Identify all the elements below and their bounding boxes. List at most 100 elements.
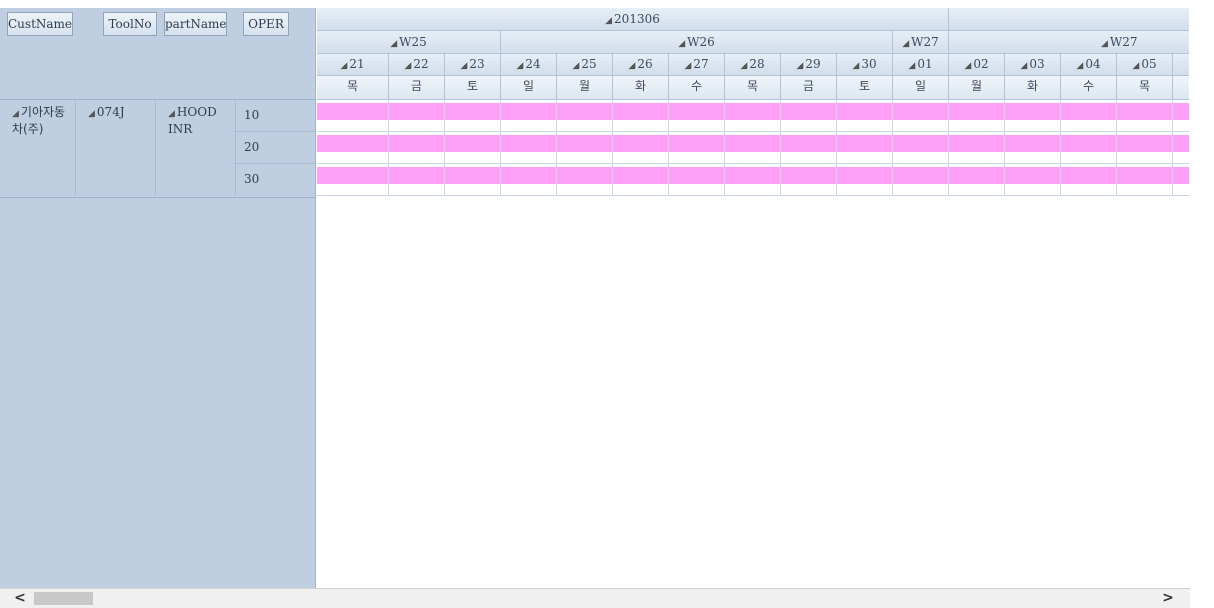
expand-icon: ◢ [605, 16, 613, 26]
weekday-header: 금 [781, 76, 837, 99]
day-label: 26 [637, 57, 653, 71]
expand-icon: ◢ [852, 61, 860, 71]
day-header[interactable]: ◢ 25 [557, 54, 613, 75]
part-name: HOOD INR [168, 105, 217, 136]
gantt-row [317, 132, 1189, 164]
partname-cell[interactable]: ◢ HOOD INR [156, 100, 236, 196]
day-header[interactable]: ◢ 30 [837, 54, 893, 75]
expand-icon: ◢ [516, 61, 524, 71]
week-label: W25 [399, 35, 427, 49]
grid-line [892, 100, 893, 196]
day-header[interactable]: ◢ 05 [1117, 54, 1173, 75]
expand-icon: ◢ [740, 61, 748, 71]
weekday-header: 화 [613, 76, 669, 99]
expand-icon: ◢ [1020, 61, 1028, 71]
customer-name: 기아자동차(주) [12, 105, 66, 136]
weekday-header-row: 목금토일월화수목금토일월화수목 [317, 76, 1189, 100]
scroll-right-icon[interactable]: > [1158, 589, 1178, 608]
day-label: 24 [525, 57, 541, 71]
week-header[interactable]: ◢ W27 [893, 31, 949, 53]
expand-icon: ◢ [572, 61, 580, 71]
weekday-header: 월 [949, 76, 1005, 99]
weekday-header: 일 [893, 76, 949, 99]
day-header[interactable]: ◢ 01 [893, 54, 949, 75]
month-header-row: ◢ 201306 [317, 8, 1189, 31]
expand-icon: ◢ [684, 61, 692, 71]
column-header-oper[interactable]: OPER [243, 12, 289, 36]
day-header[interactable]: ◢ 27 [669, 54, 725, 75]
expand-icon: ◢ [796, 61, 804, 71]
gantt-bar[interactable] [317, 167, 1189, 184]
scroll-left-icon[interactable]: < [10, 589, 30, 608]
grid-line [500, 100, 501, 196]
gantt-bar[interactable] [317, 103, 1189, 120]
weekday-header: 금 [389, 76, 445, 99]
day-header[interactable]: ◢ 28 [725, 54, 781, 75]
day-label: 04 [1085, 57, 1101, 71]
row-group: ◢ 기아자동차(주) ◢ 074J ◢ HOOD INR 10 20 30 [0, 99, 316, 198]
grid-line [1060, 100, 1061, 196]
day-header[interactable]: ◢ 26 [613, 54, 669, 75]
day-header[interactable]: ◢ 21 [317, 54, 389, 75]
expand-icon: ◢ [390, 39, 398, 49]
column-header-custname[interactable]: CustName [7, 12, 73, 36]
toolno-cell[interactable]: ◢ 074J [76, 100, 156, 196]
day-header[interactable]: ◢ 02 [949, 54, 1005, 75]
oper-cell[interactable]: 30 [236, 164, 316, 196]
week-header[interactable]: ◢ W26 [501, 31, 893, 53]
day-label: 23 [469, 57, 485, 71]
oper-value: 30 [244, 172, 260, 186]
month-header-next[interactable] [949, 8, 1189, 30]
grid-line [724, 100, 725, 196]
left-panel: CustName ToolNo partName OPER ◢ 기아자동차(주) … [0, 8, 316, 588]
expand-icon: ◢ [678, 39, 686, 49]
day-header[interactable]: ◢ 03 [1005, 54, 1061, 75]
expand-icon: ◢ [902, 39, 910, 49]
horizontal-scrollbar[interactable]: < > [0, 588, 1190, 608]
month-header[interactable]: ◢ 201306 [317, 8, 949, 30]
expand-icon: ◢ [628, 61, 636, 71]
weekday-header: 수 [1061, 76, 1117, 99]
expand-icon[interactable]: ◢ [168, 109, 175, 119]
grid-line [668, 100, 669, 196]
day-header[interactable]: ◢ 23 [445, 54, 501, 75]
day-header[interactable]: ◢ 04 [1061, 54, 1117, 75]
grid-line [444, 100, 445, 196]
tool-no: 074J [96, 105, 125, 119]
day-header[interactable]: ◢ 29 [781, 54, 837, 75]
expand-icon: ◢ [1132, 61, 1140, 71]
day-label: 03 [1029, 57, 1045, 71]
expand-icon: ◢ [404, 61, 412, 71]
day-header-row: ◢ 21 ◢ 22 ◢ 23 ◢ 24 ◢ 25 ◢ 26 ◢ 27 ◢ 28 ◢ 29 ◢ 30 ◢ 01 ◢ 02 ◢ 03 ◢… [317, 54, 1189, 76]
weekday-header: 월 [557, 76, 613, 99]
weekday-header: 목 [725, 76, 781, 99]
scrollbar-thumb[interactable] [34, 592, 93, 605]
grid-line [1172, 100, 1173, 196]
day-label: 22 [413, 57, 429, 71]
day-header[interactable]: ◢ 22 [389, 54, 445, 75]
expand-icon: ◢ [1101, 39, 1108, 49]
expand-icon[interactable]: ◢ [12, 109, 19, 119]
expand-icon[interactable]: ◢ [88, 109, 95, 119]
day-label: 21 [349, 57, 365, 71]
grid-line [780, 100, 781, 196]
oper-cell[interactable]: 20 [236, 132, 316, 164]
gantt-bar[interactable] [317, 135, 1189, 152]
day-header[interactable]: ◢ 24 [501, 54, 557, 75]
gantt-row [317, 164, 1189, 196]
grid-line [388, 100, 389, 196]
grid-line [612, 100, 613, 196]
customer-cell[interactable]: ◢ 기아자동차(주) [0, 100, 76, 196]
weekday-header: 목 [1117, 76, 1173, 99]
week-header[interactable]: ◢ W27 [949, 31, 1189, 53]
column-header-partname[interactable]: partName [164, 12, 227, 36]
oper-cell[interactable]: 10 [236, 100, 316, 132]
week-label: W27 [911, 35, 939, 49]
weekday-header: 목 [317, 76, 389, 99]
week-header[interactable]: ◢ W25 [317, 31, 501, 53]
weekday-header: 수 [669, 76, 725, 99]
column-header-toolno[interactable]: ToolNo [103, 12, 157, 36]
weekday-header: 토 [445, 76, 501, 99]
day-label: 27 [693, 57, 709, 71]
weekday-header: 화 [1005, 76, 1061, 99]
